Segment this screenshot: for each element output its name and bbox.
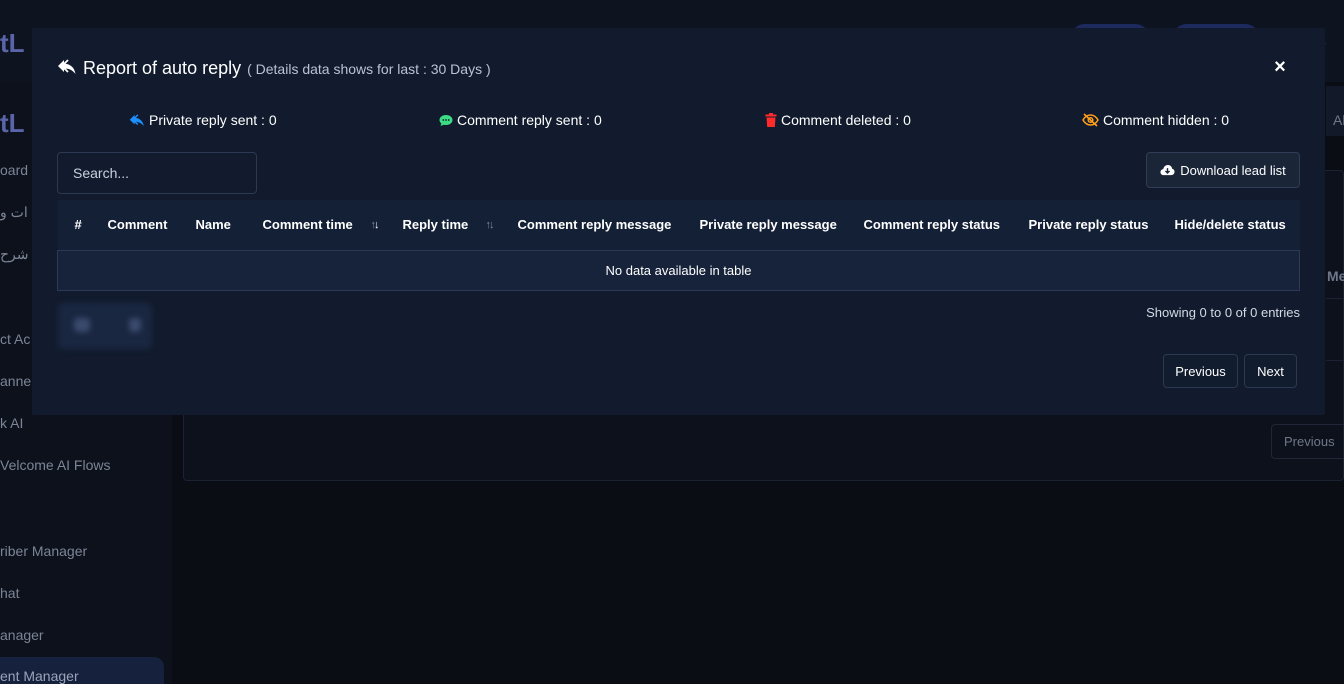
cloud-download-icon bbox=[1160, 165, 1175, 176]
column-header-reply-time[interactable]: Reply time ↑↓ bbox=[385, 200, 501, 251]
table-row: No data available in table bbox=[57, 249, 1300, 291]
stat-label: Comment deleted : 0 bbox=[781, 112, 911, 128]
background-toolbar bbox=[1326, 86, 1344, 136]
column-header-comment-reply-message[interactable]: Comment reply message bbox=[500, 200, 683, 251]
modal-header: Report of auto reply ( Details data show… bbox=[57, 56, 491, 79]
trash-icon bbox=[765, 113, 777, 127]
sidebar-item[interactable]: ent Manager bbox=[0, 668, 79, 684]
comment-icon bbox=[439, 114, 453, 126]
stat-label: Comment hidden : 0 bbox=[1103, 112, 1230, 128]
modal-subtitle: ( Details data shows for last : 30 Days … bbox=[247, 61, 491, 77]
sidebar-item[interactable]: riber Manager bbox=[0, 543, 87, 559]
eye-slash-icon bbox=[1082, 113, 1099, 127]
stat-private-reply-sent: Private reply sent : 0 bbox=[129, 112, 277, 128]
column-header-comment-time[interactable]: Comment time ↑↓ bbox=[245, 200, 386, 251]
entries-info: Showing 0 to 0 of 0 entries bbox=[1146, 305, 1300, 320]
background-divider bbox=[1326, 360, 1344, 361]
sidebar-item[interactable]: anager bbox=[0, 627, 44, 643]
sidebar-item[interactable]: ct Ac bbox=[0, 331, 30, 347]
auto-reply-report-modal: Report of auto reply ( Details data show… bbox=[32, 28, 1325, 415]
background-text: Al bbox=[1333, 112, 1344, 128]
stat-label: Private reply sent : 0 bbox=[149, 112, 277, 128]
reply-all-icon bbox=[58, 59, 76, 74]
app-logo: tL bbox=[0, 28, 25, 58]
stat-comment-hidden: Comment hidden : 0 bbox=[1082, 112, 1229, 128]
next-page-button[interactable]: Next bbox=[1244, 354, 1297, 388]
stat-comment-deleted: Comment deleted : 0 bbox=[765, 112, 911, 128]
blurred-element bbox=[129, 318, 141, 332]
column-header-name[interactable]: Name bbox=[178, 200, 246, 251]
sidebar-item[interactable]: k AI bbox=[0, 415, 23, 431]
table-header-row: # Comment Name Comment time ↑↓ Reply time… bbox=[57, 200, 1300, 251]
column-header-hide-delete-status[interactable]: Hide/delete status bbox=[1157, 200, 1300, 251]
sidebar-item[interactable]: شرح bbox=[0, 246, 29, 263]
sidebar-item[interactable]: anne bbox=[0, 373, 31, 389]
modal-title: Report of auto reply bbox=[83, 58, 242, 78]
sidebar-item[interactable]: hat bbox=[0, 585, 19, 601]
stat-label: Comment reply sent : 0 bbox=[457, 112, 602, 128]
sidebar-item[interactable]: Velcome AI Flows bbox=[0, 457, 111, 473]
column-header-private-reply-status[interactable]: Private reply status bbox=[1011, 200, 1158, 251]
download-button-label: Download lead list bbox=[1180, 162, 1286, 178]
sidebar-item[interactable]: ات و bbox=[0, 204, 28, 221]
background-column-header: Me bbox=[1327, 268, 1344, 284]
background-divider bbox=[1326, 298, 1344, 299]
previous-page-button[interactable]: Previous bbox=[1163, 354, 1238, 388]
auto-reply-table: # Comment Name Comment time ↑↓ Reply time… bbox=[57, 200, 1300, 291]
column-header-index[interactable]: # bbox=[57, 200, 91, 251]
stat-comment-reply-sent: Comment reply sent : 0 bbox=[439, 112, 602, 128]
close-button[interactable]: × bbox=[1270, 56, 1290, 78]
column-header-private-reply-message[interactable]: Private reply message bbox=[682, 200, 847, 251]
reply-all-icon bbox=[129, 113, 144, 126]
sidebar-item[interactable]: oard bbox=[0, 162, 28, 178]
sidebar-logo: tL bbox=[0, 108, 25, 138]
search-input[interactable] bbox=[57, 152, 257, 194]
column-header-comment[interactable]: Comment bbox=[90, 200, 179, 251]
sort-icon: ↑↓ bbox=[485, 219, 495, 231]
background-previous-button[interactable]: Previous bbox=[1271, 424, 1344, 459]
sort-icon: ↑↓ bbox=[370, 219, 380, 231]
column-header-comment-reply-status[interactable]: Comment reply status bbox=[846, 200, 1012, 251]
empty-table-message: No data available in table bbox=[57, 249, 1300, 291]
blurred-element bbox=[74, 318, 90, 332]
download-lead-list-button[interactable]: Download lead list bbox=[1146, 152, 1300, 188]
